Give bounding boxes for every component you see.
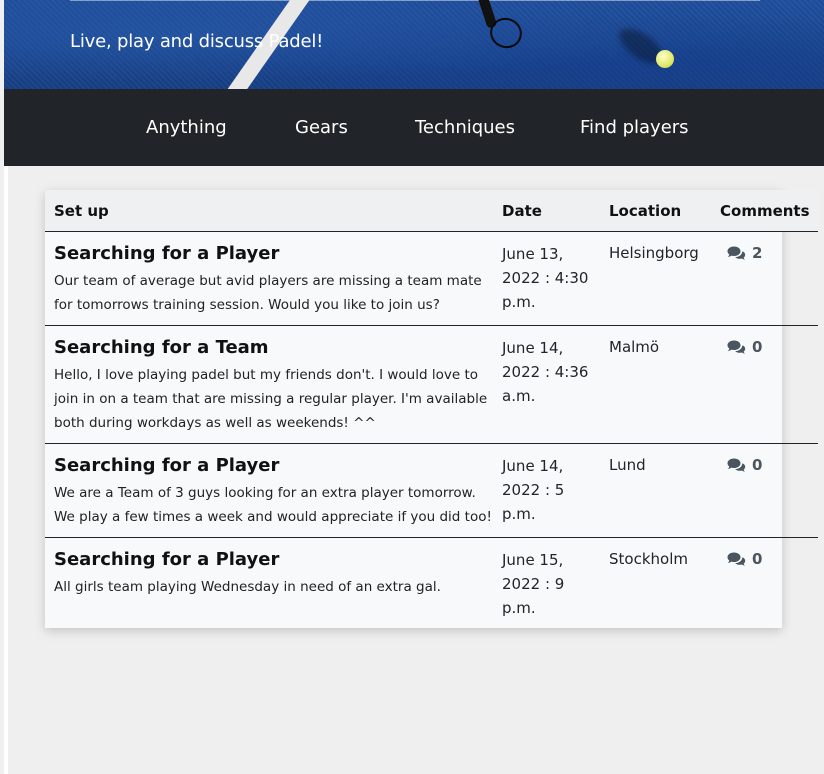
location-cell: Malmö bbox=[600, 325, 711, 444]
comment-count: 0 bbox=[752, 550, 763, 568]
nav-link-gears[interactable]: Gears bbox=[295, 117, 348, 138]
table-row[interactable]: Searching for a Player All girls team pl… bbox=[45, 538, 818, 629]
table-row[interactable]: Searching for a Player We are a Team of … bbox=[45, 443, 818, 538]
padel-ball-graphic bbox=[656, 50, 674, 68]
nav-link-anything[interactable]: Anything bbox=[146, 117, 227, 138]
comments-cell: 0 bbox=[711, 325, 818, 444]
comments-icon bbox=[727, 340, 746, 354]
post-title-link[interactable]: Searching for a Player bbox=[54, 548, 493, 572]
posts-table: Set up Date Location Comments Searching … bbox=[45, 190, 818, 628]
comments-cell: 2 bbox=[711, 231, 818, 326]
setup-cell: Searching for a Player Our team of avera… bbox=[45, 231, 493, 326]
nav-link-techniques[interactable]: Techniques bbox=[415, 117, 515, 138]
post-body: Our team of average but avid players are… bbox=[54, 273, 482, 313]
column-header-setup: Set up bbox=[45, 190, 493, 232]
post-title-link[interactable]: Searching for a Player bbox=[54, 242, 493, 266]
table-row[interactable]: Searching for a Team Hello, I love playi… bbox=[45, 325, 818, 444]
date-cell: June 13, 2022 : 4:30 p.m. bbox=[493, 231, 600, 326]
comments-cell: 0 bbox=[711, 443, 818, 538]
location-cell: Lund bbox=[600, 443, 711, 538]
post-title-link[interactable]: Searching for a Player bbox=[54, 454, 493, 478]
court-net-line bbox=[70, 0, 760, 1]
site-tagline: Live, play and discuss Padel! bbox=[70, 31, 324, 52]
comment-count: 2 bbox=[752, 244, 763, 262]
column-header-location: Location bbox=[600, 190, 711, 232]
comments-cell: 0 bbox=[711, 538, 818, 629]
comments-icon bbox=[727, 552, 746, 566]
post-body: We are a Team of 3 guys looking for an e… bbox=[54, 485, 492, 525]
post-title-link[interactable]: Searching for a Team bbox=[54, 336, 493, 360]
location-cell: Stockholm bbox=[609, 550, 688, 568]
column-header-date: Date bbox=[493, 190, 600, 232]
setup-cell: Searching for a Player All girls team pl… bbox=[45, 538, 493, 629]
location-cell: Helsingborg bbox=[600, 231, 711, 326]
comments-icon bbox=[727, 246, 746, 260]
comment-count: 0 bbox=[752, 338, 763, 356]
comments-link[interactable]: 2 bbox=[727, 242, 762, 264]
comment-count: 0 bbox=[752, 456, 763, 474]
posts-table-card: Set up Date Location Comments Searching … bbox=[45, 190, 818, 628]
post-body: Hello, I love playing padel but my frien… bbox=[54, 367, 488, 431]
comments-icon bbox=[727, 458, 746, 472]
post-body: All girls team playing Wednesday in need… bbox=[54, 579, 441, 595]
hero-banner: Live, play and discuss Padel! bbox=[4, 0, 824, 89]
main-nav: Anything Gears Techniques Find players bbox=[4, 89, 824, 166]
nav-link-find-players[interactable]: Find players bbox=[580, 117, 689, 138]
page: Live, play and discuss Padel! Anything G… bbox=[4, 0, 824, 774]
comments-link[interactable]: 0 bbox=[727, 548, 762, 570]
date-cell: June 14, 2022 : 5 p.m. bbox=[493, 443, 600, 538]
date-cell: June 15, 2022 : 9 p.m. bbox=[502, 551, 565, 617]
setup-cell: Searching for a Player We are a Team of … bbox=[45, 443, 493, 538]
column-header-comments: Comments bbox=[711, 190, 818, 232]
comments-link[interactable]: 0 bbox=[727, 336, 762, 358]
table-header-row: Set up Date Location Comments bbox=[45, 190, 818, 232]
comments-link[interactable]: 0 bbox=[727, 454, 762, 476]
table-row[interactable]: Searching for a Player Our team of avera… bbox=[45, 231, 818, 326]
date-cell: June 14, 2022 : 4:36 a.m. bbox=[493, 325, 600, 444]
setup-cell: Searching for a Team Hello, I love playi… bbox=[45, 325, 493, 444]
